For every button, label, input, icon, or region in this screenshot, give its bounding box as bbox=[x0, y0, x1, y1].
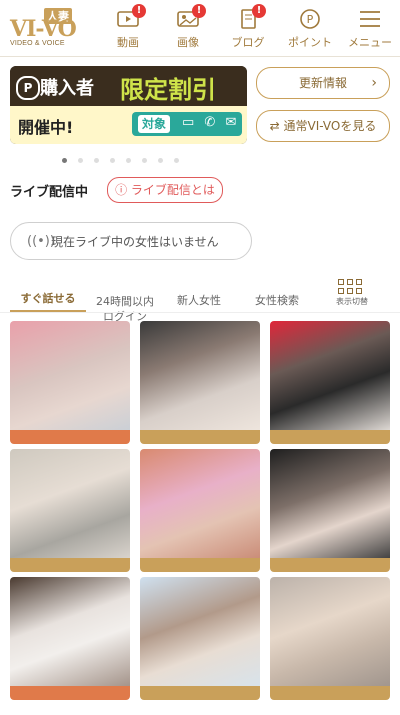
normal-view-label: ⇄ 通常VI-VOを見る bbox=[269, 119, 377, 133]
carousel-dot[interactable] bbox=[110, 158, 115, 163]
blog-icon: ! bbox=[234, 4, 266, 30]
normal-view-button[interactable]: ⇄ 通常VI-VOを見る bbox=[256, 110, 390, 142]
nav-blog-label: ブログ bbox=[231, 36, 265, 49]
live-section-title: ライブ配信中 bbox=[10, 185, 89, 200]
tab-label: すぐ話せる bbox=[20, 292, 76, 305]
promo-banner[interactable]: P 購入者 限定割引 開催中! 対象 ▭ ✆ ✉ bbox=[10, 66, 247, 144]
banner-target-label: 対象 bbox=[138, 115, 171, 133]
profile-card[interactable] bbox=[10, 577, 130, 700]
notification-badge: ! bbox=[132, 4, 146, 18]
carousel-dot[interactable] bbox=[62, 158, 67, 163]
point-badge-icon: P bbox=[16, 76, 40, 100]
card-status-bar bbox=[10, 686, 130, 700]
tab-recent-login[interactable]: 24時間以内 ログイン bbox=[92, 279, 158, 323]
live-empty-message: ((•)) 現在ライブ中の女性はいません bbox=[10, 222, 252, 260]
nav-image-label: 画像 bbox=[177, 36, 199, 49]
tabs-divider bbox=[0, 312, 400, 313]
carousel-dot[interactable] bbox=[78, 158, 83, 163]
profile-card[interactable] bbox=[140, 449, 260, 572]
profile-photo bbox=[270, 577, 390, 689]
profile-card[interactable] bbox=[270, 449, 390, 572]
notification-badge: ! bbox=[192, 4, 206, 18]
nav-point[interactable]: P ポイント bbox=[280, 6, 340, 52]
image-icon: ! bbox=[174, 4, 206, 30]
update-info-button[interactable]: 更新情報 › bbox=[256, 67, 390, 99]
card-status-bar bbox=[10, 558, 130, 572]
card-status-bar bbox=[270, 430, 390, 444]
logo-tagline: VIDEO & VOICE bbox=[10, 40, 65, 47]
card-status-bar bbox=[140, 430, 260, 444]
banner-line2: 限定割引 bbox=[120, 76, 216, 104]
nav-point-label: ポイント bbox=[288, 36, 332, 49]
point-icon: P bbox=[296, 8, 324, 30]
view-toggle-label: 表示切替 bbox=[336, 297, 368, 306]
card-status-bar bbox=[140, 686, 260, 700]
menu-icon bbox=[356, 8, 384, 30]
video-icon: ! bbox=[114, 4, 146, 30]
profile-photo bbox=[140, 577, 260, 689]
banner-line1: 購入者 bbox=[40, 78, 94, 99]
carousel-dot[interactable] bbox=[126, 158, 131, 163]
live-about-button[interactable]: ⓘ ライブ配信とは bbox=[107, 177, 223, 203]
nav-image[interactable]: ! 画像 bbox=[158, 4, 218, 52]
card-status-bar bbox=[10, 430, 130, 444]
target-media-icons: ▭ ✆ ✉ bbox=[182, 115, 240, 130]
profile-card[interactable] bbox=[270, 577, 390, 700]
profile-card[interactable] bbox=[140, 321, 260, 444]
nav-blog[interactable]: ! ブログ bbox=[218, 4, 278, 52]
card-status-bar bbox=[140, 558, 260, 572]
chevron-right-icon: › bbox=[371, 75, 377, 91]
carousel-dot[interactable] bbox=[158, 158, 163, 163]
profile-photo bbox=[140, 449, 260, 561]
app-header: 人妻 VI-VO VIDEO & VOICE ! 動画 ! 画像 ! ブログ P… bbox=[0, 0, 400, 57]
profile-photo bbox=[10, 321, 130, 433]
profile-card[interactable] bbox=[10, 321, 130, 444]
nav-video[interactable]: ! 動画 bbox=[98, 4, 158, 52]
card-status-bar bbox=[270, 558, 390, 572]
update-info-label: 更新情報 bbox=[298, 76, 347, 90]
broadcast-icon: ((•)) bbox=[27, 234, 55, 249]
profile-photo bbox=[270, 321, 390, 433]
tab-label: 女性検索 bbox=[255, 294, 299, 307]
profile-photo bbox=[10, 577, 130, 689]
carousel-dot[interactable] bbox=[174, 158, 179, 163]
carousel-dot[interactable] bbox=[142, 158, 147, 163]
profile-photo bbox=[140, 321, 260, 433]
notification-badge: ! bbox=[252, 4, 266, 18]
live-empty-text: 現在ライブ中の女性はいません bbox=[51, 235, 219, 249]
nav-menu-label: メニュー bbox=[348, 36, 392, 49]
carousel-dot[interactable] bbox=[94, 158, 99, 163]
nav-menu[interactable]: メニュー bbox=[340, 6, 400, 52]
logo-brand: VI-VO bbox=[10, 16, 77, 42]
card-status-bar bbox=[270, 686, 390, 700]
svg-text:P: P bbox=[307, 13, 314, 26]
carousel-dots bbox=[62, 148, 202, 163]
profile-card[interactable] bbox=[270, 321, 390, 444]
tab-label: 新人女性 bbox=[177, 294, 221, 307]
site-logo[interactable]: 人妻 VI-VO VIDEO & VOICE bbox=[10, 8, 82, 48]
grid-view-icon[interactable] bbox=[338, 279, 364, 297]
profile-card[interactable] bbox=[10, 449, 130, 572]
profile-photo bbox=[10, 449, 130, 561]
nav-video-label: 動画 bbox=[117, 36, 139, 49]
profile-photo bbox=[270, 449, 390, 561]
banner-line3: 開催中! bbox=[18, 118, 74, 137]
tab-label: 24時間以内 ログイン bbox=[96, 295, 154, 323]
profile-card[interactable] bbox=[140, 577, 260, 700]
